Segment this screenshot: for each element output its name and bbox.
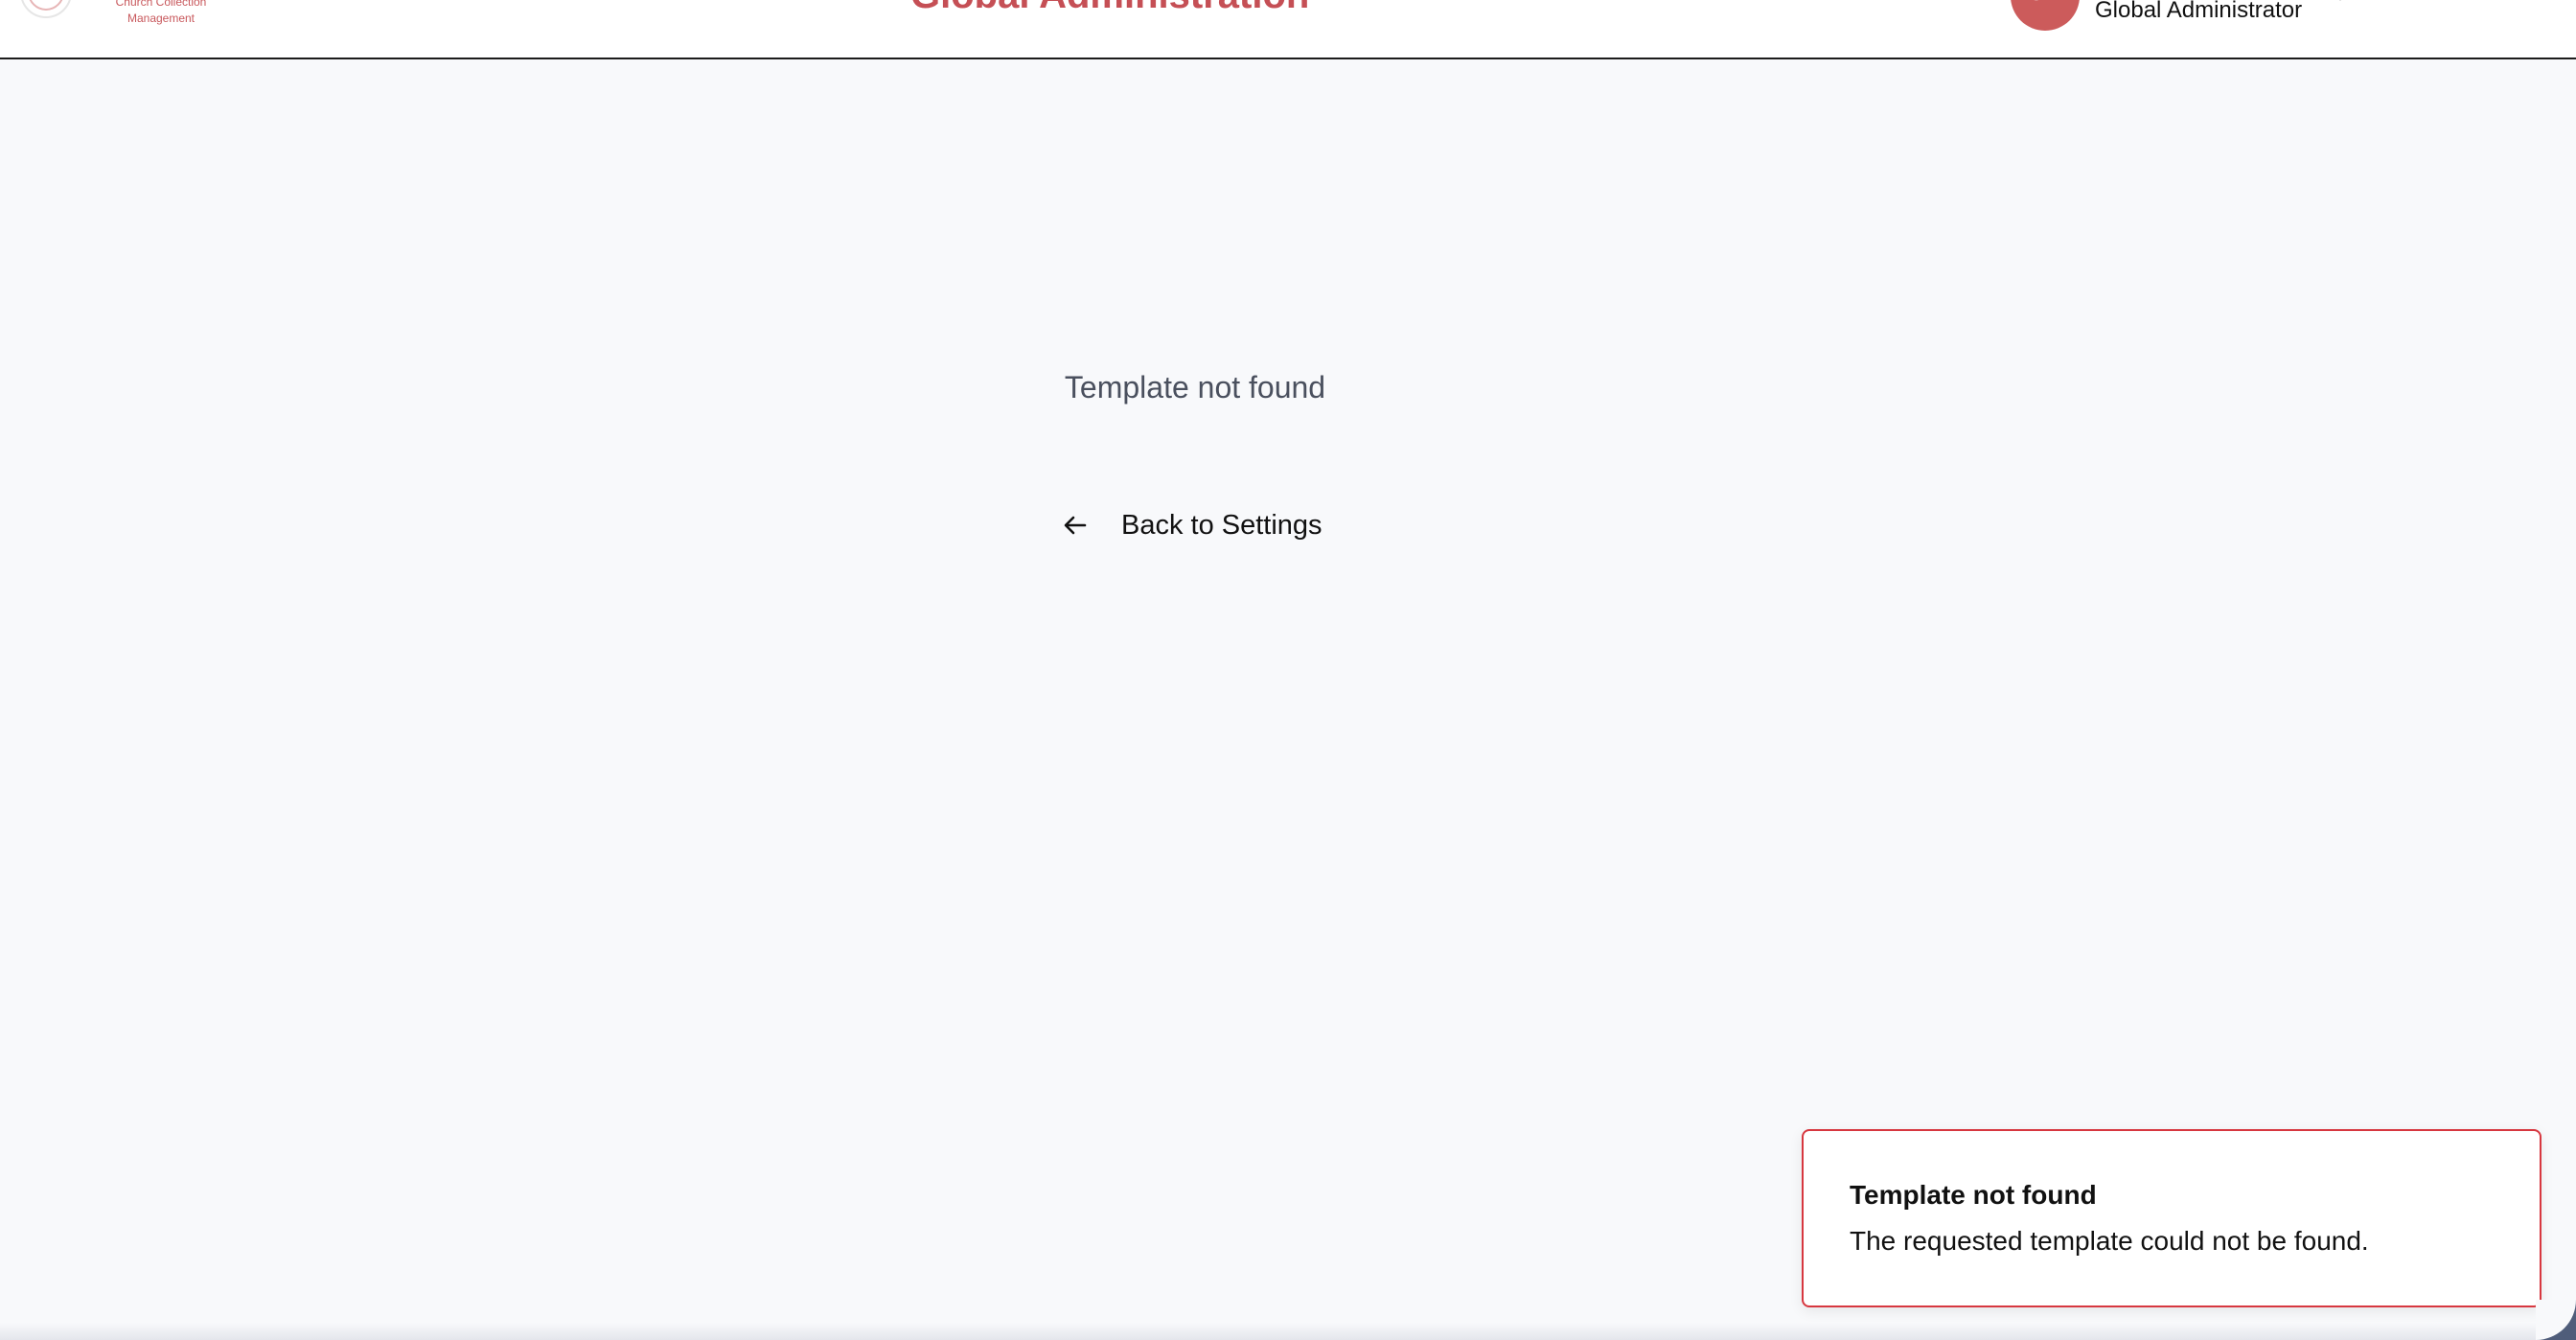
window-corner (2536, 1300, 2576, 1340)
not-found-message: Template not found (1064, 370, 1326, 404)
avatar[interactable]: GA (2011, 0, 2080, 31)
arrow-left-icon (1054, 504, 1096, 546)
page-title: Global Administration (910, 0, 1309, 17)
logo-subtitle: Church Collection Management (115, 0, 207, 25)
church-shield-logo-icon[interactable] (13, 0, 80, 27)
user-role-label[interactable]: Global Administrator (2095, 0, 2302, 25)
toast-message: The requested template could not be foun… (1850, 1226, 2369, 1256)
back-to-settings-button[interactable]: Back to Settings (1054, 498, 1322, 552)
app-header: Church Collection Management Global Admi… (0, 0, 2576, 59)
app-window: Church Collection Management Global Admi… (0, 0, 2576, 1340)
error-toast[interactable]: Template not found The requested templat… (1802, 1129, 2542, 1307)
chevron-down-icon[interactable] (2331, 0, 2350, 6)
back-to-settings-label: Back to Settings (1121, 510, 1322, 541)
toast-title: Template not found (1850, 1180, 2097, 1210)
window-bottom-edge (0, 1323, 2576, 1340)
